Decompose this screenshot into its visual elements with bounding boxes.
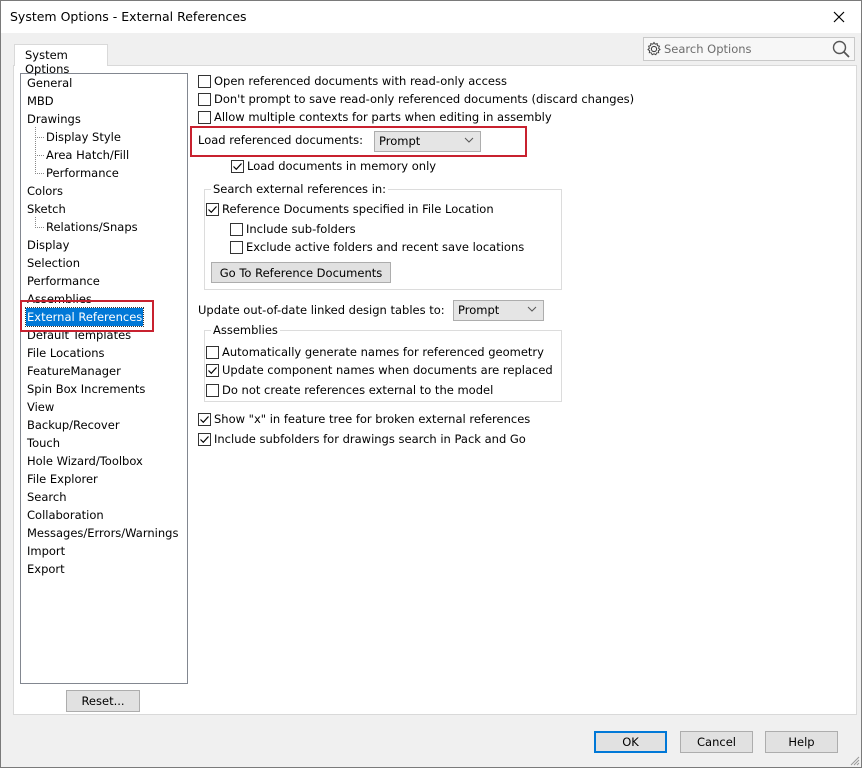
option-label: Update component names when documents ar… (222, 363, 553, 377)
resize-grip-icon[interactable] (848, 754, 860, 766)
sidebar-item-default-templates[interactable]: Default Templates (26, 326, 132, 344)
option-label: Allow multiple contexts for parts when e… (214, 110, 552, 124)
option-no-external-references[interactable]: Do not create references external to the… (206, 381, 493, 399)
option-label: Do not create references external to the… (222, 383, 494, 397)
cancel-button[interactable]: Cancel (680, 731, 753, 753)
title-bar: System Options - External References (1, 1, 861, 33)
tree-connector (35, 227, 44, 228)
dropdown-value: Prompt (379, 134, 421, 148)
option-label: Load documents in memory only (247, 159, 437, 173)
sidebar-item-featuremanager[interactable]: FeatureManager (26, 362, 122, 380)
sidebar-item-performance[interactable]: Performance (26, 272, 101, 290)
tree-connector (35, 127, 36, 174)
checkbox[interactable] (198, 110, 211, 124)
gear-icon[interactable] (646, 41, 662, 57)
checkbox[interactable] (198, 432, 211, 446)
sidebar-item-collaboration[interactable]: Collaboration (26, 506, 105, 524)
option-label: Show "x" in feature tree for broken exte… (214, 412, 531, 426)
chevron-down-icon (527, 306, 537, 312)
sidebar-item-relations-snaps[interactable]: Relations/Snaps (45, 218, 139, 236)
options-tree: General MBD Drawings Display Style Area … (20, 73, 188, 684)
sidebar-item-drawings-performance[interactable]: Performance (45, 164, 120, 182)
options-panel: General MBD Drawings Display Style Area … (13, 65, 857, 715)
checkbox[interactable] (230, 240, 243, 254)
option-auto-generate-names[interactable]: Automatically generate names for referen… (206, 343, 544, 361)
checkbox[interactable] (198, 412, 211, 426)
help-button[interactable]: Help (765, 731, 838, 753)
chevron-down-icon (464, 137, 474, 143)
sidebar-item-external-references[interactable]: External References (24, 307, 145, 327)
sidebar-item-backup-recover[interactable]: Backup/Recover (26, 416, 121, 434)
sidebar-item-assemblies[interactable]: Assemblies (26, 290, 93, 308)
tree-connector (35, 137, 44, 138)
sidebar-item-file-explorer[interactable]: File Explorer (26, 470, 99, 488)
option-exclude-active-folders[interactable]: Exclude active folders and recent save l… (230, 238, 524, 256)
checkbox[interactable] (206, 363, 219, 377)
option-label: Open referenced documents with read-only… (214, 74, 507, 88)
checkbox[interactable] (206, 345, 219, 359)
dropdown-value: Prompt (458, 303, 500, 317)
sidebar-item-selection[interactable]: Selection (26, 254, 81, 272)
checkbox[interactable] (206, 383, 219, 397)
option-label: Include subfolders for drawings search i… (214, 432, 526, 446)
sidebar-item-view[interactable]: View (26, 398, 55, 416)
go-to-reference-documents-button[interactable]: Go To Reference Documents (211, 262, 391, 283)
sidebar-item-display-style[interactable]: Display Style (45, 128, 122, 146)
option-label: Exclude active folders and recent save l… (246, 240, 525, 254)
sidebar-item-drawings[interactable]: Drawings (26, 110, 82, 128)
option-include-sub-folders[interactable]: Include sub-folders (230, 220, 356, 238)
option-show-x-broken-references[interactable]: Show "x" in feature tree for broken exte… (198, 410, 530, 428)
ok-button[interactable]: OK (594, 731, 667, 753)
sidebar-item-colors[interactable]: Colors (26, 182, 64, 200)
checkbox[interactable] (230, 222, 243, 236)
close-icon (833, 11, 845, 23)
option-update-component-names[interactable]: Update component names when documents ar… (206, 361, 553, 379)
sidebar-item-messages-errors-warnings[interactable]: Messages/Errors/Warnings (26, 524, 179, 542)
tree-connector (35, 155, 44, 156)
option-allow-multiple-contexts[interactable]: Allow multiple contexts for parts when e… (198, 108, 552, 126)
system-options-dialog: System Options - External References Sys… (0, 0, 862, 768)
sidebar-item-area-hatch-fill[interactable]: Area Hatch/Fill (45, 146, 130, 164)
option-load-in-memory[interactable]: Load documents in memory only (231, 157, 436, 175)
checkbox[interactable] (198, 92, 211, 106)
option-label: Automatically generate names for referen… (222, 345, 544, 359)
close-button[interactable] (817, 1, 861, 33)
sidebar-item-display[interactable]: Display (26, 236, 70, 254)
sidebar-item-hole-wizard-toolbox[interactable]: Hole Wizard/Toolbox (26, 452, 144, 470)
sidebar-item-import[interactable]: Import (26, 542, 66, 560)
update-design-tables-label: Update out-of-date linked design tables … (198, 303, 445, 317)
sidebar-item-sketch[interactable]: Sketch (26, 200, 67, 218)
sidebar-item-touch[interactable]: Touch (26, 434, 61, 452)
option-open-readonly[interactable]: Open referenced documents with read-only… (198, 72, 507, 90)
sidebar-item-spin-box-increments[interactable]: Spin Box Increments (26, 380, 146, 398)
checkbox[interactable] (198, 74, 211, 88)
window-title: System Options - External References (10, 9, 247, 24)
option-label: Include sub-folders (246, 222, 356, 236)
search-options-box (643, 37, 855, 61)
update-design-tables-dropdown[interactable]: Prompt (453, 300, 544, 321)
option-dont-prompt-save[interactable]: Don't prompt to save read-only reference… (198, 90, 634, 108)
sidebar-item-search[interactable]: Search (26, 488, 68, 506)
sidebar-item-export[interactable]: Export (26, 560, 66, 578)
group-title: Assemblies (211, 323, 280, 337)
sidebar-item-mbd[interactable]: MBD (26, 92, 55, 110)
sidebar-item-file-locations[interactable]: File Locations (26, 344, 106, 362)
tree-connector (35, 173, 44, 174)
search-icon[interactable] (831, 39, 851, 59)
search-input[interactable] (664, 40, 824, 58)
load-referenced-label: Load referenced documents: (198, 133, 363, 147)
checkbox[interactable] (231, 159, 244, 173)
option-label: Reference Documents specified in File Lo… (222, 202, 494, 216)
tab-system-options[interactable]: System Options (14, 44, 108, 76)
sidebar-item-general[interactable]: General (26, 74, 73, 92)
load-referenced-dropdown[interactable]: Prompt (374, 131, 481, 152)
reset-button[interactable]: Reset... (66, 690, 140, 712)
option-reference-docs-file-location[interactable]: Reference Documents specified in File Lo… (206, 200, 494, 218)
checkbox[interactable] (206, 202, 219, 216)
group-title: Search external references in: (211, 182, 389, 196)
option-include-subfolders-pack-and-go[interactable]: Include subfolders for drawings search i… (198, 430, 526, 448)
option-label: Don't prompt to save read-only reference… (214, 92, 635, 106)
